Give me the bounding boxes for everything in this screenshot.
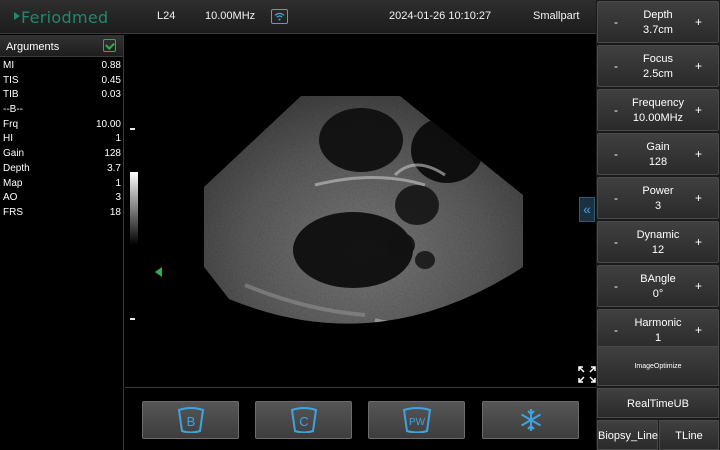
pw-mode-label: PW bbox=[408, 417, 425, 428]
freeze-button[interactable] bbox=[482, 401, 579, 439]
power-increase-button[interactable]: + bbox=[695, 191, 702, 205]
arguments-title: Arguments bbox=[6, 41, 60, 53]
arg-label: Map bbox=[3, 177, 23, 189]
logo-text: Feriodmed bbox=[21, 8, 109, 27]
arg-row-depth: Depth 3.7 bbox=[0, 162, 123, 177]
frequency-control: - Frequency 10.00MHz + bbox=[597, 89, 719, 131]
collapse-panel-button[interactable]: « bbox=[579, 197, 595, 222]
probe-frequency: 10.00MHz bbox=[205, 10, 256, 22]
image-optimize-button[interactable]: ImageOptimize bbox=[597, 346, 719, 386]
arg-row-tib: TIB 0.03 bbox=[0, 88, 123, 103]
frequency-increase-button[interactable]: + bbox=[695, 103, 702, 117]
tline-button[interactable]: TLine bbox=[659, 420, 719, 450]
arg-value: 3 bbox=[115, 192, 121, 204]
datetime: 2024-01-26 10:10:27 bbox=[389, 10, 492, 22]
arg-row-tis: TIS 0.45 bbox=[0, 74, 123, 89]
arg-row-ao: AO 3 bbox=[0, 191, 123, 206]
arg-label: Depth bbox=[3, 162, 30, 174]
arguments-toggle-checkbox[interactable] bbox=[103, 39, 116, 52]
arg-value: 18 bbox=[109, 206, 121, 218]
probe-name: L24 bbox=[157, 10, 176, 22]
arguments-list: MI 0.88 TIS 0.45 TIB 0.03 --B-- Frq 10.00 HI… bbox=[0, 57, 123, 221]
control-panel: - Depth 3.7cm + - Focus 2.5cm + - Freque… bbox=[596, 0, 720, 450]
realtime-ub-button[interactable]: RealTimeUB bbox=[597, 388, 719, 418]
arg-label: Frq bbox=[3, 118, 18, 130]
depth-increase-button[interactable]: + bbox=[695, 15, 702, 29]
arg-label: TIS bbox=[3, 74, 19, 86]
arg-row-gain: Gain 128 bbox=[0, 147, 123, 162]
dynamic-increase-button[interactable]: + bbox=[695, 235, 702, 249]
arg-value: 3.7 bbox=[107, 162, 121, 174]
ultrasound-image-area[interactable]: « bbox=[125, 35, 596, 385]
preset-name[interactable]: Smallpart bbox=[533, 10, 579, 22]
b-mode-button[interactable]: B bbox=[142, 401, 239, 439]
arg-row-mi: MI 0.88 bbox=[0, 59, 123, 74]
focus-control: - Focus 2.5cm + bbox=[597, 45, 719, 87]
gain-increase-button[interactable]: + bbox=[695, 147, 702, 161]
color-mode-button[interactable]: C bbox=[255, 401, 352, 439]
dynamic-control: - Dynamic 12 + bbox=[597, 221, 719, 263]
focus-increase-button[interactable]: + bbox=[695, 59, 702, 73]
arg-row-frq: Frq 10.00 bbox=[0, 118, 123, 133]
arg-label: TIB bbox=[3, 89, 19, 101]
arg-value: 0.88 bbox=[101, 60, 121, 71]
mode-toolbar: B C PW bbox=[125, 387, 596, 450]
depth-control: - Depth 3.7cm + bbox=[597, 1, 719, 43]
power-control: - Power 3 + bbox=[597, 177, 719, 219]
arg-label: FRS bbox=[3, 206, 23, 218]
arg-label: Gain bbox=[3, 148, 25, 160]
arg-value: 0.45 bbox=[101, 74, 121, 86]
biopsy-line-button[interactable]: Biopsy_Line bbox=[597, 420, 658, 450]
arg-row-map: Map 1 bbox=[0, 177, 123, 192]
arg-value: 10.00 bbox=[95, 118, 121, 130]
pw-mode-icon: PW bbox=[402, 407, 431, 433]
bangle-control: - BAngle 0° + bbox=[597, 265, 719, 307]
arg-value: 1 bbox=[115, 177, 121, 189]
arguments-header: Arguments bbox=[0, 35, 123, 57]
arg-row-frs: FRS 18 bbox=[0, 206, 123, 221]
wifi-icon[interactable] bbox=[271, 9, 288, 24]
color-mode-label: C bbox=[299, 414, 308, 429]
gain-control: - Gain 128 + bbox=[597, 133, 719, 175]
arg-label: AO bbox=[3, 192, 18, 204]
brand-logo: Feriodmed bbox=[14, 8, 108, 27]
arg-row-b-section: --B-- bbox=[0, 103, 123, 118]
color-mode-icon: C bbox=[290, 407, 317, 433]
arg-row-hi: HI 1 bbox=[0, 132, 123, 147]
arg-label: HI bbox=[3, 133, 13, 145]
ultrasound-scan-image bbox=[204, 96, 523, 324]
arg-value: 1 bbox=[115, 133, 121, 145]
logo-mark-icon bbox=[14, 12, 20, 20]
scan-sector bbox=[204, 96, 523, 324]
bangle-increase-button[interactable]: + bbox=[695, 279, 702, 293]
b-mode-icon: B bbox=[177, 407, 204, 433]
b-mode-label: B bbox=[186, 414, 195, 429]
freeze-icon bbox=[520, 409, 541, 431]
arg-value: 0.03 bbox=[101, 89, 121, 101]
arg-label: MI bbox=[3, 60, 15, 71]
harmonic-increase-button[interactable]: + bbox=[695, 323, 702, 337]
arg-value: 128 bbox=[104, 148, 121, 160]
pw-mode-button[interactable]: PW bbox=[368, 401, 465, 439]
arguments-panel: Arguments MI 0.88 TIS 0.45 TIB 0.03 --B-- F… bbox=[0, 35, 124, 450]
top-status-bar: Feriodmed L24 10.00MHz 2024-01-26 10:10:… bbox=[0, 0, 596, 34]
harmonic-control: - Harmonic 1 + bbox=[597, 309, 719, 351]
arg-label: --B-- bbox=[3, 104, 23, 116]
fullscreen-icon[interactable] bbox=[578, 366, 596, 383]
